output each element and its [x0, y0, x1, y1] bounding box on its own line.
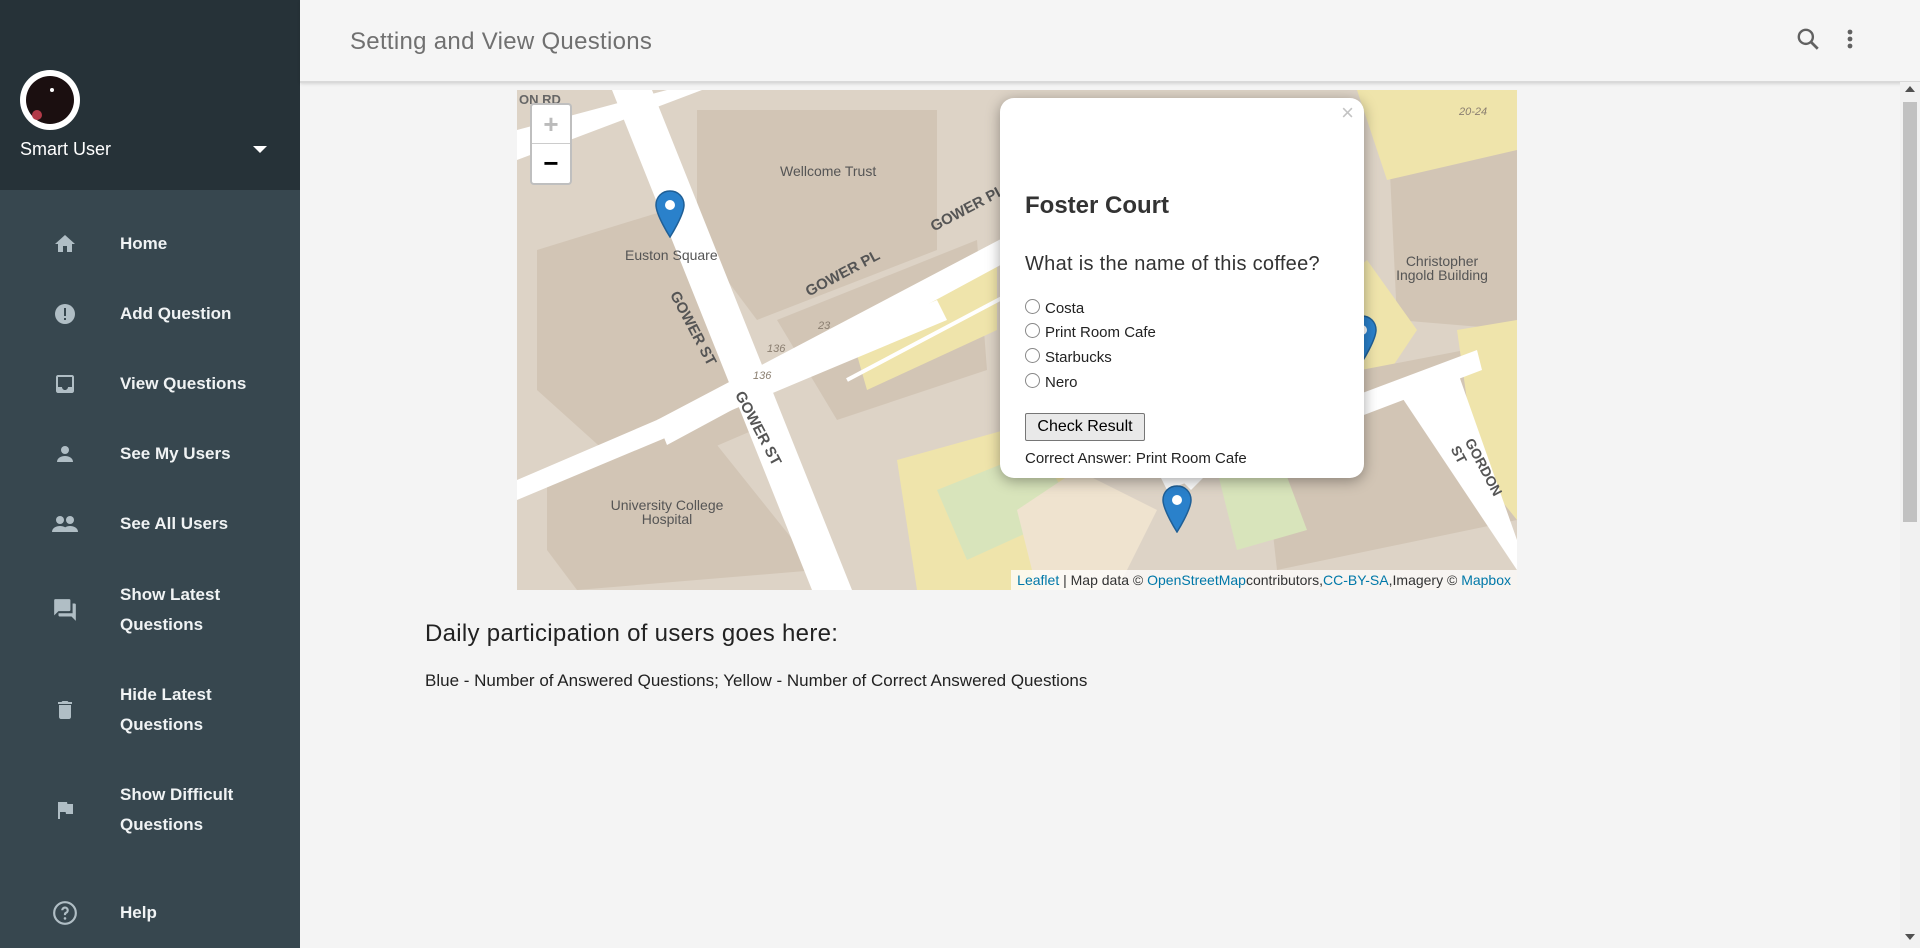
- forum-icon: [50, 595, 80, 625]
- sidebar-item-see-my-users[interactable]: See My Users: [0, 439, 300, 469]
- avatar[interactable]: [20, 70, 80, 130]
- sidebar-item-label: See My Users: [120, 444, 231, 463]
- radio-button[interactable]: [1025, 323, 1040, 338]
- section-heading: Daily participation of users goes here:: [425, 620, 839, 647]
- answer-option[interactable]: Nero: [1025, 373, 1078, 391]
- sidebar-item-add-question[interactable]: Add Question: [0, 299, 300, 329]
- map-label-number: 136: [753, 370, 772, 382]
- attribution-text: ,Imagery ©: [1388, 572, 1462, 588]
- answer-option-label: Starbucks: [1045, 349, 1112, 366]
- sidebar-item-label: Help: [120, 903, 157, 922]
- map-label-ucl-hospital: University College Hospital: [610, 497, 724, 527]
- cc-by-sa-link[interactable]: CC-BY-SA: [1323, 572, 1389, 588]
- openstreetmap-link[interactable]: OpenStreetMap: [1147, 572, 1246, 588]
- map-label-wellcome-trust: Wellcome Trust: [780, 163, 877, 179]
- map-label-number: 23: [818, 320, 831, 332]
- zoom-out-button[interactable]: −: [532, 144, 570, 182]
- attribution-text: contributors,: [1245, 572, 1323, 588]
- answer-option[interactable]: Print Room Cafe: [1025, 323, 1156, 341]
- trash-icon: [50, 695, 80, 725]
- sidebar-item-label: See All Users: [120, 514, 229, 533]
- sidebar-item-label: Add Question: [120, 304, 232, 323]
- user-menu-dropdown-icon[interactable]: [253, 146, 267, 153]
- zoom-control: + −: [530, 103, 572, 185]
- inbox-icon: [50, 369, 80, 399]
- popup-tip: [1177, 476, 1205, 490]
- sidebar-item-label: Show Difficult Questions: [120, 785, 234, 834]
- help-icon: [50, 898, 80, 928]
- flag-icon: [50, 795, 80, 825]
- map-attribution: Leaflet | Map data © OpenStreetMapcontri…: [1011, 570, 1517, 590]
- map-marker-icon-selected[interactable]: [1162, 485, 1192, 533]
- question-popup: × Foster Court What is the name of this …: [1000, 98, 1364, 478]
- sidebar-item-home[interactable]: Home: [0, 229, 300, 259]
- page-scrollbar[interactable]: [1900, 82, 1920, 948]
- radio-button[interactable]: [1025, 373, 1040, 388]
- sidebar-item-see-all-users[interactable]: See All Users: [0, 509, 300, 539]
- search-icon[interactable]: [1793, 24, 1823, 54]
- popup-place-name: Foster Court: [1025, 192, 1169, 219]
- map-label-euston-square: Euston Square: [625, 247, 718, 263]
- radio-button[interactable]: [1025, 299, 1040, 314]
- map-label-christopher-ingold: Christopher Ingold Building: [1396, 253, 1488, 283]
- check-result-button[interactable]: Check Result: [1025, 413, 1145, 441]
- attribution-text: | Map data ©: [1059, 572, 1148, 588]
- answer-option-label: Print Room Cafe: [1045, 324, 1156, 341]
- popup-close-button[interactable]: ×: [1341, 100, 1354, 126]
- map-label-number: 20-24: [1459, 106, 1488, 118]
- sidebar-item-help[interactable]: Help: [0, 898, 300, 928]
- page-title: Setting and View Questions: [350, 28, 653, 55]
- chart-legend-text: Blue - Number of Answered Questions; Yel…: [425, 671, 1088, 690]
- map-label-number: 136: [767, 343, 786, 355]
- correct-answer-text: Correct Answer: Print Room Cafe: [1025, 450, 1247, 467]
- map[interactable]: Wellcome Trust Euston Square GOWER PL GO…: [517, 90, 1517, 590]
- answer-option[interactable]: Starbucks: [1025, 348, 1112, 366]
- more-vert-icon[interactable]: [1835, 24, 1865, 54]
- sidebar-item-label: Hide Latest Questions: [120, 685, 212, 734]
- sidebar-item-view-questions[interactable]: View Questions: [0, 369, 300, 399]
- scroll-down-arrow-icon[interactable]: [1905, 934, 1915, 940]
- sidebar-item-label: Show Latest Questions: [120, 585, 221, 634]
- sidebar-header: Smart User: [0, 0, 300, 190]
- top-app-bar: Setting and View Questions: [300, 0, 1920, 83]
- people-icon: [50, 509, 80, 539]
- person-icon: [50, 439, 80, 469]
- home-icon: [50, 229, 80, 259]
- sidebar: Smart User Home Add Question View Questi…: [0, 0, 300, 948]
- sidebar-item-show-difficult-questions[interactable]: Show Difficult Questions: [0, 780, 300, 840]
- leaflet-link[interactable]: Leaflet: [1017, 572, 1059, 588]
- zoom-in-button[interactable]: +: [532, 105, 570, 144]
- answer-option[interactable]: Costa: [1025, 299, 1084, 317]
- answer-option-label: Nero: [1045, 374, 1078, 391]
- sidebar-item-label: Home: [120, 234, 168, 253]
- scrollbar-thumb[interactable]: [1903, 102, 1917, 522]
- sidebar-item-hide-latest-questions[interactable]: Hide Latest Questions: [0, 680, 300, 740]
- username: Smart User: [20, 139, 112, 159]
- answer-option-label: Costa: [1045, 300, 1085, 317]
- radio-button[interactable]: [1025, 348, 1040, 363]
- popup-question: What is the name of this coffee?: [1025, 253, 1320, 275]
- mapbox-link[interactable]: Mapbox: [1461, 572, 1511, 588]
- scroll-up-arrow-icon[interactable]: [1905, 86, 1915, 92]
- sidebar-item-label: View Questions: [120, 374, 247, 393]
- alert-icon: [50, 299, 80, 329]
- sidebar-item-show-latest-questions[interactable]: Show Latest Questions: [0, 580, 300, 640]
- map-marker-icon[interactable]: [655, 190, 685, 238]
